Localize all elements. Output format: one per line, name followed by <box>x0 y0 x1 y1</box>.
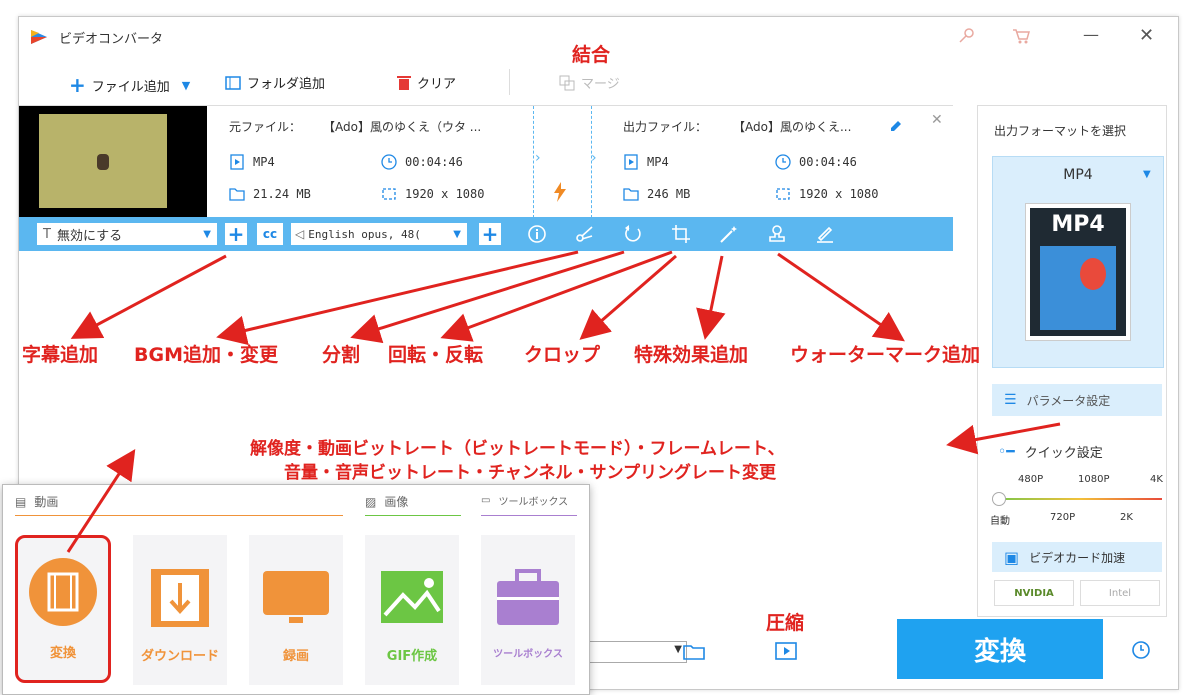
annotation-effect: 特殊効果追加 <box>634 344 749 366</box>
annotation-bgm: BGM追加・変更 <box>134 344 278 366</box>
annotation-merge: 結合 <box>572 44 611 66</box>
annotation-crop: クロップ <box>524 344 601 366</box>
annotation-subtitle: 字幕追加 <box>22 344 99 366</box>
annotation-split: 分割 <box>322 344 361 366</box>
annotation-params-line2: 音量・音声ビットレート・チャンネル・サンプリングレート変更 <box>284 463 776 483</box>
annotation-watermark: ウォーターマーク追加 <box>790 344 981 366</box>
annotation-params-line1: 解像度・動画ビットレート（ビットレートモード）・フレームレート、 <box>250 439 785 459</box>
annotation-compress: 圧縮 <box>766 612 805 634</box>
annotation-rotate: 回転・反転 <box>388 344 484 366</box>
